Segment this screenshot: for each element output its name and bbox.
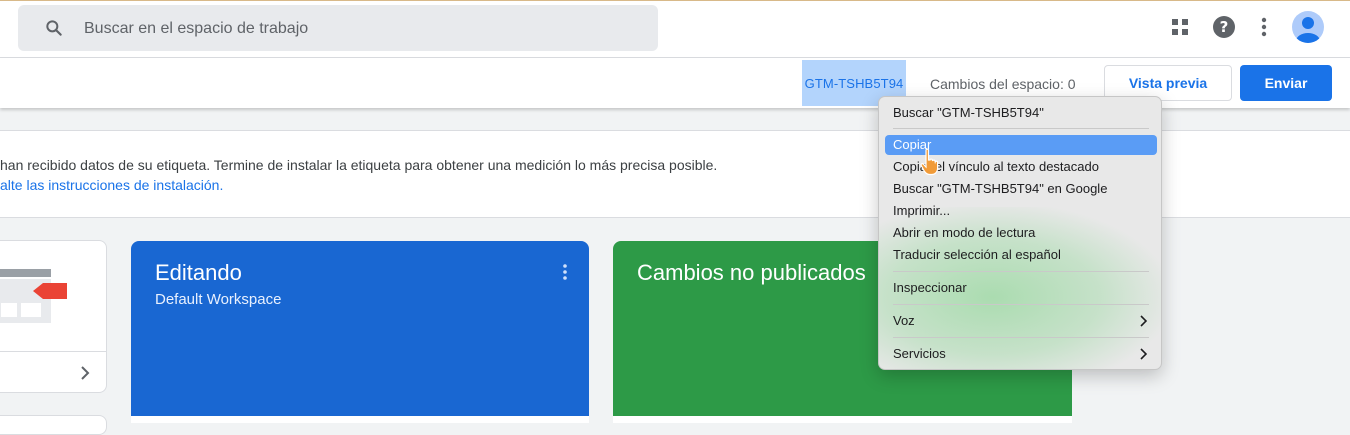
menu-item-print[interactable]: Imprimir... <box>885 201 1157 221</box>
installation-instructions-link[interactable]: alte las instrucciones de instalación. <box>0 177 223 193</box>
card-footer <box>131 416 589 423</box>
help-icon[interactable]: ? <box>1212 15 1236 39</box>
menu-item-reader-mode[interactable]: Abrir en modo de lectura <box>885 223 1157 243</box>
card-title: Cambios no publicados <box>637 260 866 285</box>
menu-item-search-selection[interactable]: Buscar "GTM-TSHB5T94" <box>885 103 1157 123</box>
search-input[interactable] <box>82 5 646 53</box>
menu-separator <box>893 337 1149 338</box>
apps-grid-icon[interactable] <box>1168 15 1192 39</box>
context-menu: Buscar "GTM-TSHB5T94" Copiar Copiar el v… <box>878 96 1162 370</box>
menu-item-inspect[interactable]: Inspeccionar <box>885 278 1157 298</box>
menu-separator <box>893 271 1149 272</box>
chevron-right-icon <box>1140 315 1147 327</box>
svg-text:?: ? <box>1220 18 1229 36</box>
notice-message: han recibido datos de su etiqueta. Termi… <box>0 157 718 173</box>
tag-illustration-icon <box>0 269 67 323</box>
submit-button[interactable]: Enviar <box>1240 65 1332 101</box>
more-vert-icon[interactable] <box>557 263 573 281</box>
pointer-hand-cursor-icon <box>920 148 939 176</box>
menu-item-translate[interactable]: Traducir selección al español <box>885 245 1157 265</box>
workspace-changes: Cambios del espacio: 0 <box>930 76 1076 92</box>
chevron-right-icon[interactable] <box>77 365 93 381</box>
top-bar: ? <box>0 0 1350 58</box>
editing-workspace-card[interactable]: Editando Default Workspace <box>131 241 589 423</box>
workspace-search[interactable] <box>18 5 658 53</box>
card-divider <box>0 351 106 352</box>
menu-item-search-google[interactable]: Buscar "GTM-TSHB5T94" en Google <box>885 179 1157 199</box>
card-footer <box>613 416 1072 423</box>
search-icon <box>46 20 62 36</box>
menu-separator <box>893 128 1149 129</box>
menu-item-label: Servicios <box>893 346 946 361</box>
menu-item-label: Voz <box>893 313 915 328</box>
secondary-card <box>0 415 107 435</box>
menu-separator <box>893 304 1149 305</box>
card-title: Editando <box>155 260 242 285</box>
menu-item-services[interactable]: Servicios <box>885 344 1157 364</box>
more-vert-icon[interactable] <box>1252 15 1276 39</box>
account-avatar-icon[interactable] <box>1292 11 1324 43</box>
install-tag-card[interactable] <box>0 240 107 393</box>
menu-item-speech[interactable]: Voz <box>885 311 1157 331</box>
card-subtitle: Default Workspace <box>155 291 282 308</box>
chevron-right-icon <box>1140 348 1147 360</box>
